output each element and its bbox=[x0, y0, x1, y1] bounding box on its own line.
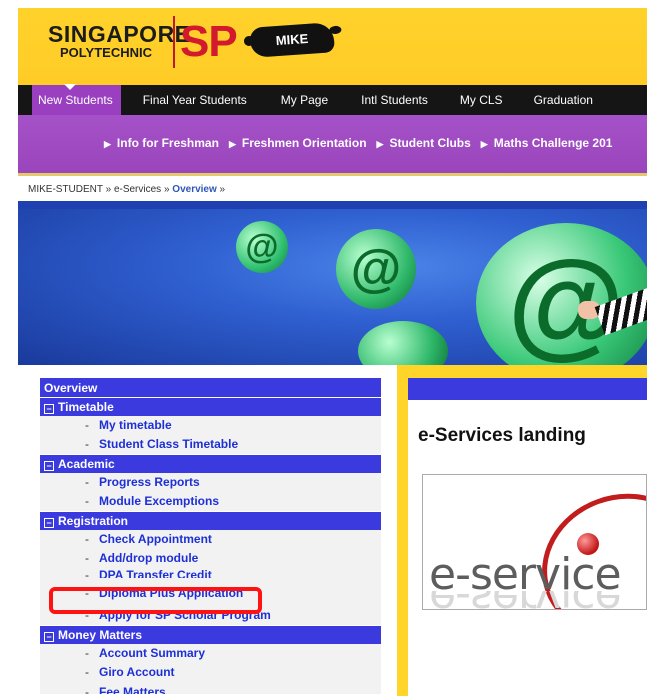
link-dpa-transfer-credit[interactable]: - DPA Transfer Credit bbox=[40, 568, 381, 578]
dash-icon: - bbox=[85, 665, 89, 679]
link-giro-account[interactable]: - Giro Account bbox=[40, 663, 381, 682]
link-progress-reports[interactable]: - Progress Reports bbox=[40, 473, 381, 492]
link-account-summary[interactable]: - Account Summary bbox=[40, 644, 381, 663]
triangle-right-icon: ▶ bbox=[480, 139, 488, 149]
subnav-student-clubs[interactable]: ▶ Student Clubs bbox=[377, 136, 471, 150]
nav-intl-students[interactable]: Intl Students bbox=[361, 93, 428, 107]
link-student-class-timetable[interactable]: - Student Class Timetable bbox=[40, 435, 381, 454]
collapse-icon[interactable]: − bbox=[44, 404, 54, 414]
at-symbol-icon bbox=[358, 321, 448, 365]
link-label: Module Excemptions bbox=[99, 494, 220, 508]
breadcrumb-bar: MIKE-STUDENT » e-Services » Overview » bbox=[18, 173, 647, 201]
subnav-label: Info for Freshman bbox=[116, 136, 219, 150]
logo-divider bbox=[173, 16, 175, 68]
sidebar-overview[interactable]: Overview bbox=[40, 377, 381, 397]
subnav-info-for-freshman[interactable]: ▶ Info for Freshman bbox=[104, 136, 219, 150]
triangle-right-icon: ▶ bbox=[228, 139, 236, 149]
main-nav: New Students Final Year Students My Page… bbox=[18, 84, 647, 115]
link-check-appointment[interactable]: - Check Appointment bbox=[40, 530, 381, 549]
dash-icon: - bbox=[85, 646, 89, 660]
section-title: Registration bbox=[58, 514, 129, 528]
collapse-icon[interactable]: − bbox=[44, 461, 54, 471]
link-label: Account Summary bbox=[99, 646, 206, 660]
link-module-excemptions[interactable]: - Module Excemptions bbox=[40, 492, 381, 511]
sp-logo[interactable]: SINGAPORE POLYTECHNIC bbox=[48, 21, 191, 60]
section-registration[interactable]: − Registration bbox=[40, 511, 381, 530]
dash-icon: - bbox=[85, 437, 89, 451]
eservices-logo-reflection: e-service bbox=[429, 591, 621, 609]
nav-my-page[interactable]: My Page bbox=[281, 93, 328, 107]
link-label: Giro Account bbox=[99, 665, 175, 679]
at-symbol-icon: @ bbox=[476, 223, 647, 365]
header: SINGAPORE POLYTECHNIC SP MIKE bbox=[18, 8, 647, 85]
logo-line1: SINGAPORE bbox=[48, 21, 191, 47]
subnav-label: Maths Challenge 201 bbox=[493, 136, 613, 150]
section-title: Academic bbox=[58, 457, 115, 471]
section-timetable[interactable]: − Timetable bbox=[40, 397, 381, 416]
logo-line2: POLYTECHNIC bbox=[60, 45, 152, 60]
link-label: DPA Transfer Credit bbox=[99, 568, 212, 578]
main-panel: e-Services landing e-service e-service bbox=[408, 378, 647, 696]
link-label: Check Appointment bbox=[99, 532, 212, 546]
triangle-right-icon: ▶ bbox=[376, 139, 384, 149]
section-academic[interactable]: − Academic bbox=[40, 454, 381, 473]
subnav-label: Freshmen Orientation bbox=[241, 136, 367, 150]
dash-icon: - bbox=[85, 475, 89, 489]
triangle-right-icon: ▶ bbox=[104, 139, 111, 149]
sp-mark: SP bbox=[180, 17, 238, 66]
collapse-icon[interactable]: − bbox=[44, 632, 54, 642]
page-title: e-Services landing bbox=[418, 425, 586, 446]
dash-icon: - bbox=[85, 568, 89, 578]
section-title: Timetable bbox=[58, 400, 114, 414]
banner-strip bbox=[18, 201, 647, 209]
link-fee-matters[interactable]: - Fee Matters bbox=[40, 682, 381, 694]
nav-my-cls[interactable]: My CLS bbox=[460, 93, 503, 107]
section-money-matters[interactable]: − Money Matters bbox=[40, 625, 381, 644]
subnav-freshmen-orientation[interactable]: ▶ Freshmen Orientation bbox=[229, 136, 367, 150]
main-header-bar bbox=[408, 378, 647, 400]
nav-final-year-students[interactable]: Final Year Students bbox=[143, 93, 247, 107]
eservices-logo: e-service e-service bbox=[422, 474, 647, 610]
section-title: Money Matters bbox=[58, 628, 143, 642]
nav-graduation[interactable]: Graduation bbox=[534, 93, 593, 107]
at-symbol-icon: @ bbox=[236, 221, 288, 273]
dash-icon: - bbox=[85, 551, 89, 565]
link-add-drop-module[interactable]: - Add/drop module bbox=[40, 549, 381, 568]
breadcrumb-suffix: » bbox=[216, 184, 226, 195]
link-label: Fee Matters bbox=[99, 685, 166, 694]
dash-icon: - bbox=[85, 685, 89, 694]
sub-nav: ▶ Info for Freshman ▶ Freshmen Orientation… bbox=[18, 115, 647, 173]
hero-banner: @ @ @ bbox=[18, 201, 647, 365]
dash-icon: - bbox=[85, 494, 89, 508]
mike-logo[interactable]: MIKE bbox=[249, 22, 335, 58]
breadcrumb-current[interactable]: Overview bbox=[172, 184, 216, 195]
dash-icon: - bbox=[85, 418, 89, 432]
link-label: Add/drop module bbox=[99, 551, 199, 565]
at-symbol-icon: @ bbox=[336, 229, 416, 309]
dash-icon: - bbox=[85, 532, 89, 546]
link-label: My timetable bbox=[99, 418, 172, 432]
subnav-maths-challenge[interactable]: ▶ Maths Challenge 201 bbox=[481, 136, 613, 150]
nav-new-students[interactable]: New Students bbox=[32, 84, 121, 115]
breadcrumb: MIKE-STUDENT » e-Services » Overview » bbox=[28, 184, 225, 195]
collapse-icon[interactable]: − bbox=[44, 518, 54, 528]
link-label: Student Class Timetable bbox=[99, 437, 239, 451]
link-label: Progress Reports bbox=[99, 475, 200, 489]
link-my-timetable[interactable]: - My timetable bbox=[40, 416, 381, 435]
breadcrumb-path[interactable]: MIKE-STUDENT » e-Services » bbox=[28, 184, 172, 195]
highlight-box bbox=[49, 587, 262, 614]
subnav-label: Student Clubs bbox=[389, 136, 471, 150]
page-frame: SINGAPORE POLYTECHNIC SP MIKE New Studen… bbox=[18, 8, 647, 696]
sidebar: Overview − Timetable - My timetable - Stude… bbox=[18, 365, 397, 696]
